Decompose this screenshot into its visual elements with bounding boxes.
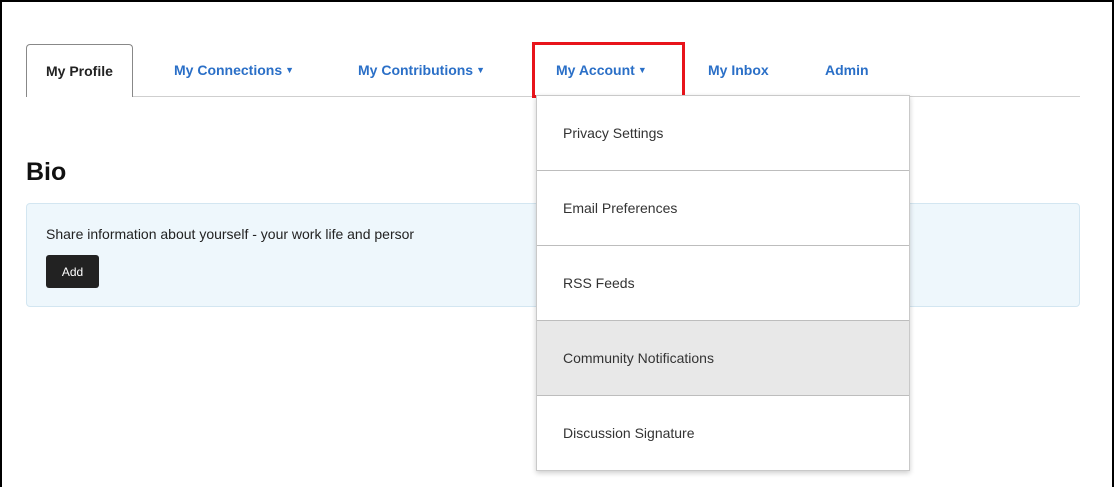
menu-item-label: Community Notifications [563, 350, 714, 366]
tab-label: My Connections [174, 62, 283, 78]
tab-label: My Profile [46, 63, 113, 79]
tab-admin[interactable]: Admin [825, 44, 869, 96]
menu-item-label: Email Preferences [563, 200, 678, 216]
tab-my-contributions[interactable]: My Contributions ▼ [358, 44, 485, 96]
menu-item-discussion-signature[interactable]: Discussion Signature [537, 396, 909, 471]
tab-label: My Contributions [358, 62, 474, 78]
tab-label: My Inbox [708, 62, 769, 78]
tab-my-connections[interactable]: My Connections ▼ [174, 44, 294, 96]
profile-tabs: My Profile My Connections ▼ My Contributi… [26, 44, 1080, 97]
caret-down-icon: ▼ [637, 65, 647, 75]
tab-my-profile[interactable]: My Profile [26, 44, 133, 97]
caret-down-icon: ▼ [285, 65, 295, 75]
menu-item-label: Discussion Signature [563, 425, 695, 441]
menu-item-label: Privacy Settings [563, 125, 664, 141]
menu-item-label: RSS Feeds [563, 275, 635, 291]
my-account-dropdown-menu: Privacy Settings Email Preferences RSS F… [536, 95, 910, 471]
tab-my-inbox[interactable]: My Inbox [708, 44, 769, 96]
add-bio-button[interactable]: Add [46, 255, 99, 288]
tab-my-account[interactable]: My Account ▼ [556, 44, 647, 96]
caret-down-icon: ▼ [476, 65, 486, 75]
bio-heading: Bio [26, 158, 67, 186]
menu-item-email-preferences[interactable]: Email Preferences [537, 171, 909, 246]
tab-label: My Account [556, 62, 635, 78]
bio-description: Share information about yourself - your … [46, 226, 415, 242]
menu-item-rss-feeds[interactable]: RSS Feeds [537, 246, 909, 321]
menu-item-community-notifications[interactable]: Community Notifications [537, 321, 909, 396]
menu-item-privacy-settings[interactable]: Privacy Settings [537, 96, 909, 171]
tab-label: Admin [825, 62, 869, 78]
